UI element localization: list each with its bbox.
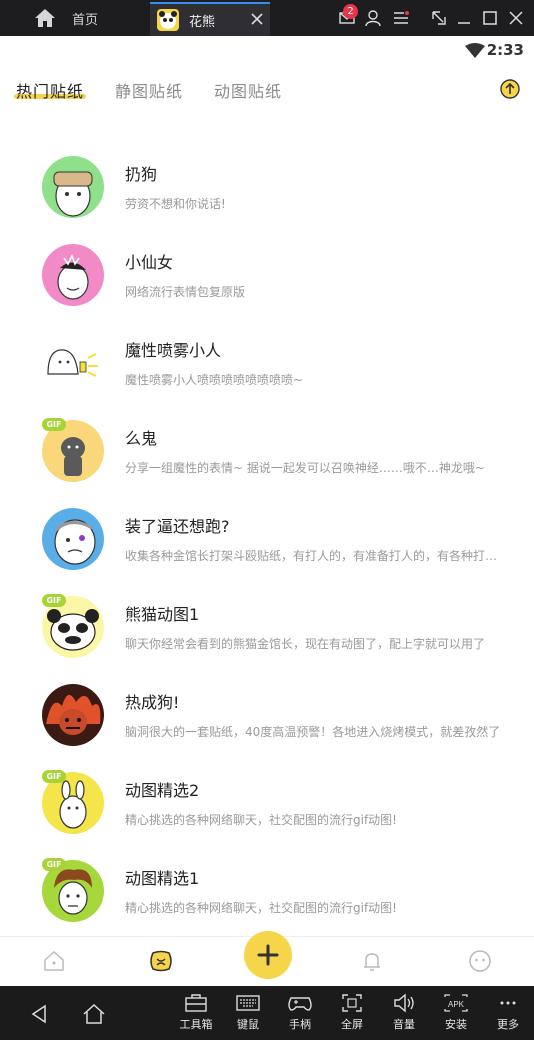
home-icon: [35, 9, 55, 27]
list-item[interactable]: GIF 熊猫动图1 聊天你经常会看到的熊猫金馆长，现在有动图了，配上字就可以用了: [0, 590, 534, 678]
gif-badge: GIF: [42, 858, 66, 871]
keyboard-mouse-button[interactable]: 键鼠: [223, 992, 273, 1032]
home-tab[interactable]: 首页: [34, 0, 98, 36]
tab-animated-stickers[interactable]: 动图贴纸: [214, 78, 282, 102]
sticker-avatar: [42, 508, 104, 570]
sticker-avatar: [42, 244, 104, 306]
emulator-toolbar: 工具箱 键鼠 手柄 全屏 音量 APK 安装 更多: [0, 986, 534, 1040]
plus-icon: [257, 944, 279, 966]
gamepad-label: 手柄: [289, 1018, 311, 1031]
list-item[interactable]: 扔狗 劳资不想和你说话!: [0, 150, 534, 238]
app-tab[interactable]: 花熊: [150, 2, 270, 36]
sticker-desc: 精心挑选的各种网络聊天，社交配图的流行gif动图!: [125, 813, 397, 827]
toolbox-label: 工具箱: [179, 1018, 213, 1031]
keyboard-icon: [236, 995, 260, 1011]
category-tabs: 热门贴纸 静图贴纸 动图贴纸: [0, 72, 534, 112]
volume-button[interactable]: 音量: [379, 992, 429, 1032]
sticker-avatar: [42, 684, 104, 746]
sticker-name: 熊猫动图1: [125, 605, 200, 624]
more-button[interactable]: 更多: [483, 992, 533, 1032]
list-item[interactable]: GIF 么鬼 分享一组魔性的表情~ 据说一起发可以召唤神经……哦不…神龙哦~: [0, 414, 534, 502]
toolbox-icon: [185, 994, 207, 1012]
sticker-desc: 聊天你经常会看到的熊猫金馆长，现在有动图了，配上字就可以用了: [125, 637, 486, 651]
add-button[interactable]: [244, 931, 292, 979]
apk-install-icon: APK: [444, 994, 468, 1012]
android-home-icon[interactable]: [82, 1003, 106, 1025]
sticker-name: 动图精选2: [125, 781, 200, 800]
sticker-avatar: [42, 332, 104, 394]
status-time: 2:33: [486, 41, 524, 59]
sticker-name: 么鬼: [125, 429, 158, 448]
sticker-name: 扔狗: [125, 165, 158, 184]
minimize-icon[interactable]: [455, 9, 473, 27]
app-logo-icon: [157, 9, 179, 31]
gamepad-button[interactable]: 手柄: [275, 992, 325, 1032]
nav-bell-icon[interactable]: [360, 949, 384, 973]
fullscreen-label: 全屏: [341, 1018, 363, 1031]
menu-icon[interactable]: [392, 9, 410, 27]
list-item[interactable]: 热成狗! 脑洞很大的一套贴纸，40度高温预警！各地进入烧烤模式，就差孜然了: [0, 678, 534, 766]
install-apk-button[interactable]: APK 安装: [431, 992, 481, 1032]
more-label: 更多: [497, 1018, 519, 1031]
list-item[interactable]: 小仙女 网络流行表情包复原版: [0, 238, 534, 326]
sticker-name: 热成狗!: [125, 693, 180, 712]
gif-badge: GIF: [42, 770, 66, 783]
sticker-desc: 脑洞很大的一套贴纸，40度高温预警！各地进入烧烤模式，就差孜然了: [125, 725, 501, 739]
maximize-icon[interactable]: [481, 9, 499, 27]
svg-text:APK: APK: [448, 1000, 465, 1009]
nav-home-icon[interactable]: [42, 949, 66, 973]
fullscreen-button[interactable]: 全屏: [327, 992, 377, 1032]
sticker-avatar: [42, 156, 104, 218]
mail-badge: 2: [343, 4, 358, 19]
wifi-icon: [465, 43, 485, 58]
sticker-desc: 网络流行表情包复原版: [125, 285, 246, 299]
gamepad-icon: [288, 997, 312, 1011]
shrink-window-icon[interactable]: [430, 9, 448, 27]
tab-hot-stickers[interactable]: 热门贴纸: [16, 78, 84, 102]
list-item[interactable]: GIF 动图精选1 精心挑选的各种网络聊天，社交配图的流行gif动图!: [0, 854, 534, 942]
sticker-desc: 收集各种金馆长打架斗殴贴纸，有打人的，有准备打人的，有各种打人的: [125, 549, 507, 563]
scroll-top-icon[interactable]: [500, 79, 520, 99]
toolbox-button[interactable]: 工具箱: [171, 992, 221, 1032]
sticker-desc: 分享一组魔性的表情~ 据说一起发可以召唤神经……哦不…神龙哦~: [125, 461, 485, 475]
tab-static-stickers[interactable]: 静图贴纸: [115, 78, 183, 102]
nav-sticker-icon[interactable]: [148, 949, 174, 973]
sticker-name: 魔性喷雾小人: [125, 341, 222, 360]
window-titlebar: 首页 花熊 2: [0, 0, 534, 36]
sticker-name: 小仙女: [125, 253, 174, 272]
fullscreen-icon: [342, 994, 362, 1012]
list-item[interactable]: 装了逼还想跑? 收集各种金馆长打架斗殴贴纸，有打人的，有准备打人的，有各种打人的: [0, 502, 534, 590]
nav-profile-icon[interactable]: [468, 949, 492, 973]
sticker-name: 装了逼还想跑?: [125, 517, 230, 536]
more-icon: [500, 1001, 516, 1005]
gif-badge: GIF: [42, 594, 66, 607]
status-bar: 2:33: [0, 36, 534, 66]
sticker-desc: 魔性喷雾小人喷喷喷喷喷喷喷喷~: [125, 373, 304, 387]
keyboard-label: 键鼠: [237, 1018, 259, 1031]
gif-badge: GIF: [42, 418, 66, 431]
sticker-desc: 劳资不想和你说话!: [125, 197, 226, 211]
volume-icon: [394, 993, 414, 1013]
sticker-desc: 精心挑选的各种网络聊天，社交配图的流行gif动图!: [125, 901, 397, 915]
sticker-name: 动图精选1: [125, 869, 200, 888]
home-tab-label: 首页: [72, 12, 99, 28]
back-icon[interactable]: [30, 1004, 48, 1024]
close-tab-icon[interactable]: [250, 12, 264, 26]
user-icon[interactable]: [364, 9, 382, 27]
close-window-icon[interactable]: [507, 9, 525, 27]
list-item[interactable]: 魔性喷雾小人 魔性喷雾小人喷喷喷喷喷喷喷喷~: [0, 326, 534, 414]
install-label: 安装: [445, 1018, 467, 1031]
app-tab-label: 花熊: [189, 14, 216, 30]
volume-label: 音量: [393, 1018, 415, 1031]
list-item[interactable]: GIF 动图精选2 精心挑选的各种网络聊天，社交配图的流行gif动图!: [0, 766, 534, 854]
